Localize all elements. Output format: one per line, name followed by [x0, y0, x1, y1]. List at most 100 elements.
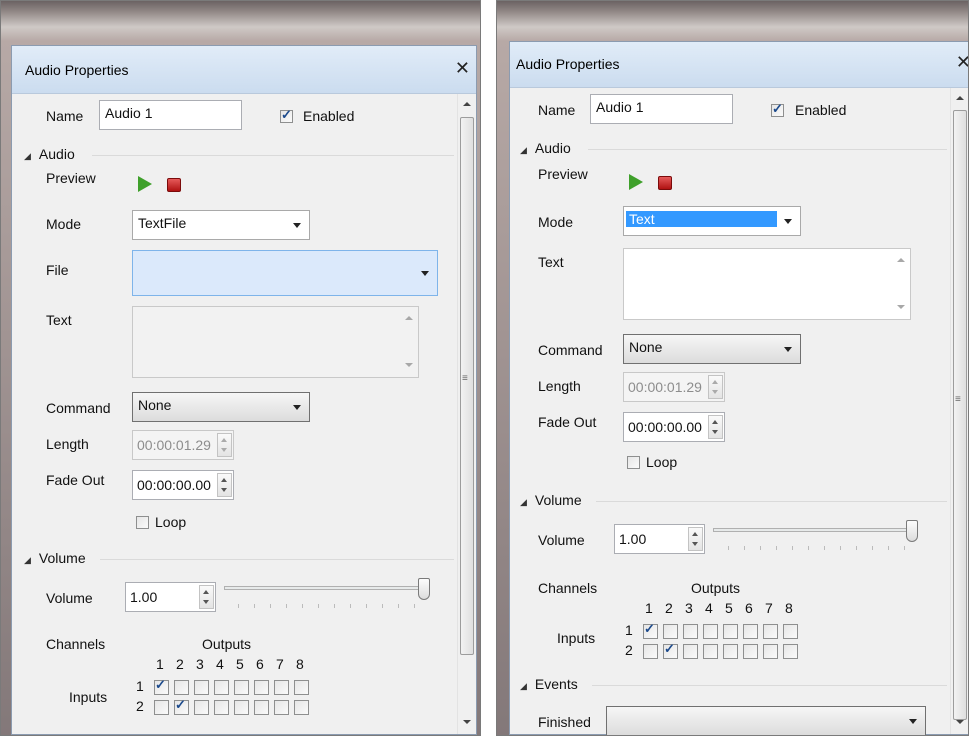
channel-checkbox[interactable] [663, 641, 678, 659]
stop-icon[interactable] [658, 176, 672, 190]
audio-properties-window-left: Audio Properties ✕ Name Audio 1 Enabled … [11, 45, 477, 735]
scroll-down-icon[interactable] [897, 305, 905, 309]
channel-checkbox[interactable] [194, 700, 209, 715]
text-area[interactable] [132, 306, 419, 378]
channel-checkbox[interactable] [643, 621, 658, 639]
text-area-scrollbar[interactable] [400, 307, 418, 377]
audio-properties-window-right: Audio Properties ✕ Name Audio 1 Enabled … [509, 41, 968, 735]
scroll-up-icon[interactable] [956, 96, 964, 100]
scroll-down-icon[interactable] [956, 720, 964, 724]
channel-checkbox[interactable] [294, 700, 309, 715]
audio-section-header[interactable]: ◢ Audio [24, 146, 75, 162]
text-area[interactable] [623, 248, 911, 320]
volume-section-header[interactable]: ◢ Volume [520, 492, 582, 508]
play-icon[interactable] [629, 174, 643, 190]
finished-dropdown[interactable] [606, 706, 926, 735]
loop-checkbox[interactable] [627, 456, 640, 469]
command-dropdown[interactable]: None [132, 392, 310, 422]
scroll-up-icon[interactable] [405, 316, 413, 320]
output-number: 4 [216, 656, 224, 672]
channel-checkbox[interactable] [294, 680, 309, 695]
channel-checkbox[interactable] [174, 680, 189, 695]
enabled-checkbox[interactable] [771, 101, 784, 117]
command-label: Command [46, 400, 111, 416]
channel-checkbox[interactable] [154, 700, 169, 715]
spinner-buttons[interactable] [708, 415, 723, 439]
channel-checkbox[interactable] [783, 624, 798, 639]
volume-slider-track[interactable] [224, 586, 430, 590]
name-input[interactable]: Audio 1 [99, 100, 242, 130]
mode-dropdown[interactable]: Text [623, 206, 801, 236]
scroll-up-icon[interactable] [897, 258, 905, 262]
scroll-thumb[interactable] [953, 110, 967, 720]
events-section-header[interactable]: ◢ Events [520, 676, 578, 692]
section-divider [596, 501, 947, 502]
spinner-buttons[interactable] [688, 527, 703, 551]
input-number: 2 [136, 698, 144, 714]
volume-section-header[interactable]: ◢ Volume [24, 550, 86, 566]
channel-checkbox[interactable] [214, 700, 229, 715]
file-dropdown[interactable] [132, 250, 438, 296]
audio-section-header[interactable]: ◢ Audio [520, 140, 571, 156]
volume-spinner[interactable]: 1.00 [614, 524, 705, 554]
loop-checkbox[interactable] [136, 516, 149, 529]
volume-spinner[interactable]: 1.00 [125, 582, 216, 612]
channel-checkbox[interactable] [254, 680, 269, 695]
fade-out-spinner[interactable]: 00:00:00.00 [132, 470, 234, 500]
channel-checkbox[interactable] [763, 624, 778, 639]
length-value: 00:00:01.29 [628, 379, 702, 395]
play-icon[interactable] [138, 176, 152, 192]
close-icon[interactable]: ✕ [455, 58, 470, 79]
channel-checkbox[interactable] [783, 644, 798, 659]
vertical-scrollbar[interactable]: ≡ [950, 88, 968, 734]
output-number: 1 [645, 600, 653, 616]
channel-checkbox[interactable] [683, 644, 698, 659]
mode-label: Mode [46, 216, 82, 232]
scroll-down-icon[interactable] [405, 363, 413, 367]
section-divider [100, 559, 454, 560]
channel-checkbox[interactable] [703, 624, 718, 639]
channel-checkbox[interactable] [194, 680, 209, 695]
volume-slider-track[interactable] [713, 528, 918, 532]
text-area-scrollbar[interactable] [892, 249, 910, 319]
channel-checkbox[interactable] [274, 700, 289, 715]
channel-checkbox[interactable] [743, 644, 758, 659]
enabled-checkbox[interactable] [280, 107, 293, 123]
volume-slider-thumb[interactable] [906, 520, 918, 542]
spinner-buttons[interactable] [217, 473, 232, 497]
spinner-buttons[interactable] [199, 585, 214, 609]
stop-icon[interactable] [167, 178, 181, 192]
channel-checkbox[interactable] [154, 677, 169, 695]
channel-checkbox[interactable] [174, 697, 189, 715]
properties-content: Name Audio 1 Enabled ◢ Audio Preview Mode… [12, 94, 456, 734]
channel-checkbox[interactable] [723, 624, 738, 639]
channel-checkbox[interactable] [703, 644, 718, 659]
volume-slider-thumb[interactable] [418, 578, 430, 600]
scroll-thumb[interactable] [460, 117, 474, 655]
channel-checkbox[interactable] [663, 624, 678, 639]
channel-checkbox[interactable] [234, 680, 249, 695]
channel-checkbox[interactable] [234, 700, 249, 715]
channel-checkbox[interactable] [274, 680, 289, 695]
scroll-down-icon[interactable] [463, 720, 471, 724]
vertical-scrollbar[interactable]: ≡ [457, 94, 476, 734]
outputs-label: Outputs [202, 636, 252, 652]
text-label: Text [538, 254, 564, 270]
name-input[interactable]: Audio 1 [590, 94, 733, 124]
channel-checkbox[interactable] [723, 644, 738, 659]
mode-dropdown[interactable]: TextFile [132, 210, 310, 240]
channel-checkbox[interactable] [254, 700, 269, 715]
file-label: File [46, 262, 69, 278]
command-dropdown[interactable]: None [623, 334, 801, 364]
chevron-down-icon [293, 223, 301, 228]
channel-checkbox[interactable] [743, 624, 758, 639]
close-icon[interactable]: ✕ [956, 52, 968, 73]
volume-value: 1.00 [130, 589, 158, 605]
channel-checkbox[interactable] [763, 644, 778, 659]
inputs-label: Inputs [557, 630, 596, 646]
fade-out-spinner[interactable]: 00:00:00.00 [623, 412, 725, 442]
channel-checkbox[interactable] [683, 624, 698, 639]
channel-checkbox[interactable] [643, 644, 658, 659]
channel-checkbox[interactable] [214, 680, 229, 695]
scroll-up-icon[interactable] [463, 102, 471, 106]
